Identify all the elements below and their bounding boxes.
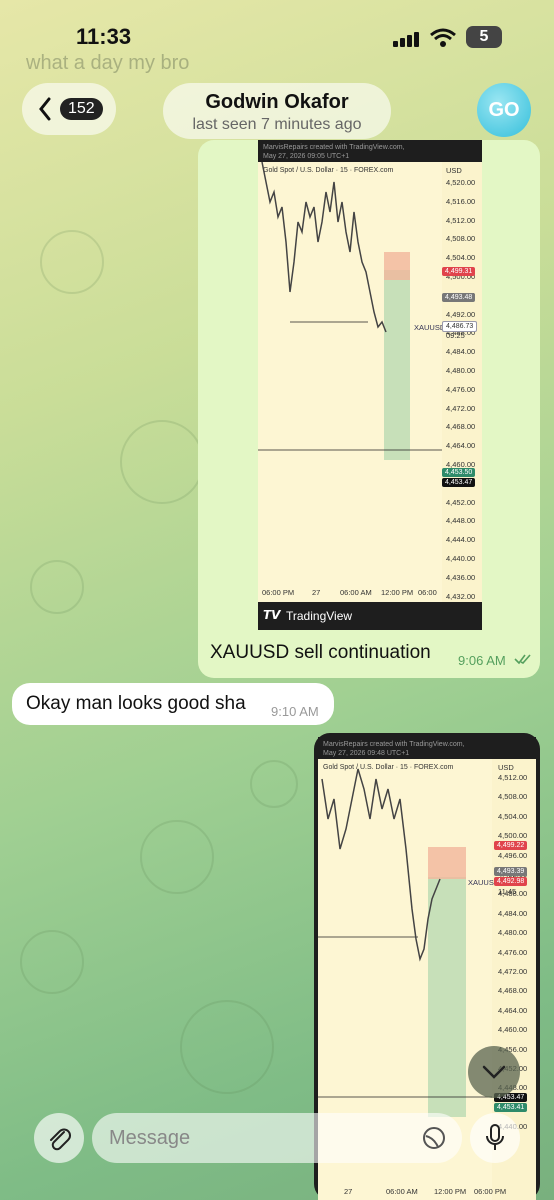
time-tick: 06:00 AM	[386, 1187, 418, 1196]
bar-timer: 09:25	[446, 331, 465, 340]
chevron-left-icon	[39, 97, 51, 121]
tradingview-logo-icon: 𝙏𝙑	[263, 608, 281, 622]
back-button[interactable]: 152	[22, 83, 116, 135]
wifi-icon	[430, 28, 456, 47]
price-tick: 4,496.00	[498, 850, 528, 860]
price-tick: 4,472.00	[446, 403, 476, 413]
candlestick-series	[258, 162, 442, 460]
price-tick: 4,504.00	[446, 253, 476, 263]
chart-watermark: MarvisRepairs created with TradingView.c…	[323, 741, 465, 748]
outgoing-message-chart[interactable]: MarvisRepairs created with TradingView.c…	[198, 140, 540, 678]
price-tick: 4,484.00	[446, 347, 476, 357]
message-text: Okay man looks good sha	[26, 693, 246, 714]
message-input[interactable]: Message	[92, 1113, 462, 1163]
avatar[interactable]: GO	[477, 83, 531, 137]
paperclip-icon	[50, 1128, 71, 1151]
time-tick: 27	[344, 1187, 353, 1196]
price-tick: 4,476.00	[498, 947, 528, 957]
read-checkmarks-icon	[514, 654, 531, 665]
contact-name: Godwin Okafor	[205, 91, 349, 113]
take-profit-tag: 4,453.50	[442, 468, 476, 477]
chart-date: May 27, 2026 09:48 UTC+1	[323, 750, 410, 757]
battery-indicator: 5	[466, 26, 502, 48]
bar-timer: 11:45	[498, 887, 517, 896]
sticker-icon[interactable]	[422, 1126, 446, 1150]
price-tick: 4,504.00	[498, 811, 528, 821]
message-placeholder: Message	[109, 1127, 191, 1149]
price-tick: 4,448.00	[446, 516, 476, 526]
price-tick: 4,436.00	[446, 572, 476, 582]
chart-date: May 27, 2026 09:05 UTC+1	[263, 153, 350, 160]
price-tick: 4,464.00	[498, 1005, 528, 1015]
chart-currency: USD	[498, 763, 514, 772]
cellular-signal-icon	[393, 31, 423, 47]
voice-record-button[interactable]	[470, 1113, 520, 1163]
current-price-tag: 4,492.98	[494, 877, 528, 886]
last-seen-status: last seen 7 minutes ago	[192, 116, 362, 133]
unread-count-badge: 152	[60, 98, 103, 120]
price-tick: 4,508.00	[446, 234, 476, 244]
stop-loss-tag: 4,499.31	[442, 267, 476, 276]
price-tick: 4,452.00	[446, 497, 476, 507]
price-tick: 4,520.00	[446, 178, 476, 187]
time-tick: 06:00	[418, 588, 437, 597]
status-time: 11:33	[76, 24, 132, 49]
time-tick: 12:00 PM	[434, 1187, 467, 1196]
tradingview-label: TradingView	[286, 609, 353, 623]
low-price-tag: 4,453.41	[494, 1103, 528, 1112]
message-caption: XAUUSD sell continuation	[210, 642, 431, 663]
stop-loss-tag: 4,499.22	[494, 841, 528, 850]
incoming-message[interactable]: Okay man looks good sha 9:10 AM	[12, 683, 334, 725]
tradingview-brand-bar: 𝙏𝙑 TradingView	[258, 602, 482, 630]
time-tick: 12:00 PM	[381, 588, 414, 597]
price-tick: 4,440.00	[446, 554, 476, 563]
price-tick: 4,476.00	[446, 384, 476, 394]
time-tick: 06:00 PM	[474, 1187, 507, 1196]
price-tick: 4,508.00	[498, 792, 528, 802]
price-tick: 4,480.00	[446, 366, 476, 375]
attach-button[interactable]	[34, 1113, 84, 1163]
message-time: 9:06 AM	[458, 653, 506, 668]
chart-watermark: MarvisRepairs created with TradingView.c…	[263, 144, 405, 151]
price-tick: 4,500.00	[498, 831, 528, 841]
price-tick: 4,484.00	[498, 908, 528, 918]
symbol-tag: XAUUSD	[414, 323, 446, 332]
status-bar: 11:33 5	[0, 0, 554, 70]
microphone-icon	[486, 1124, 504, 1150]
entry-price-tag: 4,493.48	[442, 293, 476, 302]
price-tick: 4,480.00	[498, 928, 528, 938]
scroll-to-bottom-button[interactable]	[468, 1046, 520, 1098]
price-tick: 4,444.00	[446, 535, 476, 545]
low-price-tag: 4,453.47	[442, 478, 476, 487]
time-tick: 06:00 PM	[262, 588, 295, 597]
chat-title[interactable]: Godwin Okafor last seen 7 minutes ago	[163, 83, 391, 139]
chevron-down-icon	[482, 1065, 506, 1079]
price-tick: 4,468.00	[446, 422, 476, 432]
time-tick: 06:00 AM	[340, 588, 372, 597]
entry-price-tag: 4,493.39	[494, 867, 528, 876]
price-tick: 4,512.00	[498, 773, 528, 782]
chart-screenshot[interactable]: MarvisRepairs created with TradingView.c…	[258, 140, 482, 630]
price-tick: 4,516.00	[446, 196, 476, 206]
price-tick: 4,472.00	[498, 967, 528, 976]
time-tick: 27	[312, 588, 321, 597]
message-time: 9:10 AM	[271, 704, 319, 719]
chart-currency: USD	[446, 166, 462, 175]
price-tick: 4,468.00	[498, 986, 528, 996]
price-tick: 4,432.00	[446, 591, 476, 601]
price-tick: 4,512.00	[446, 215, 476, 225]
price-tick: 4,492.00	[446, 309, 476, 319]
price-tick: 4,460.00	[498, 1025, 528, 1035]
price-tick: 4,464.00	[446, 441, 476, 451]
